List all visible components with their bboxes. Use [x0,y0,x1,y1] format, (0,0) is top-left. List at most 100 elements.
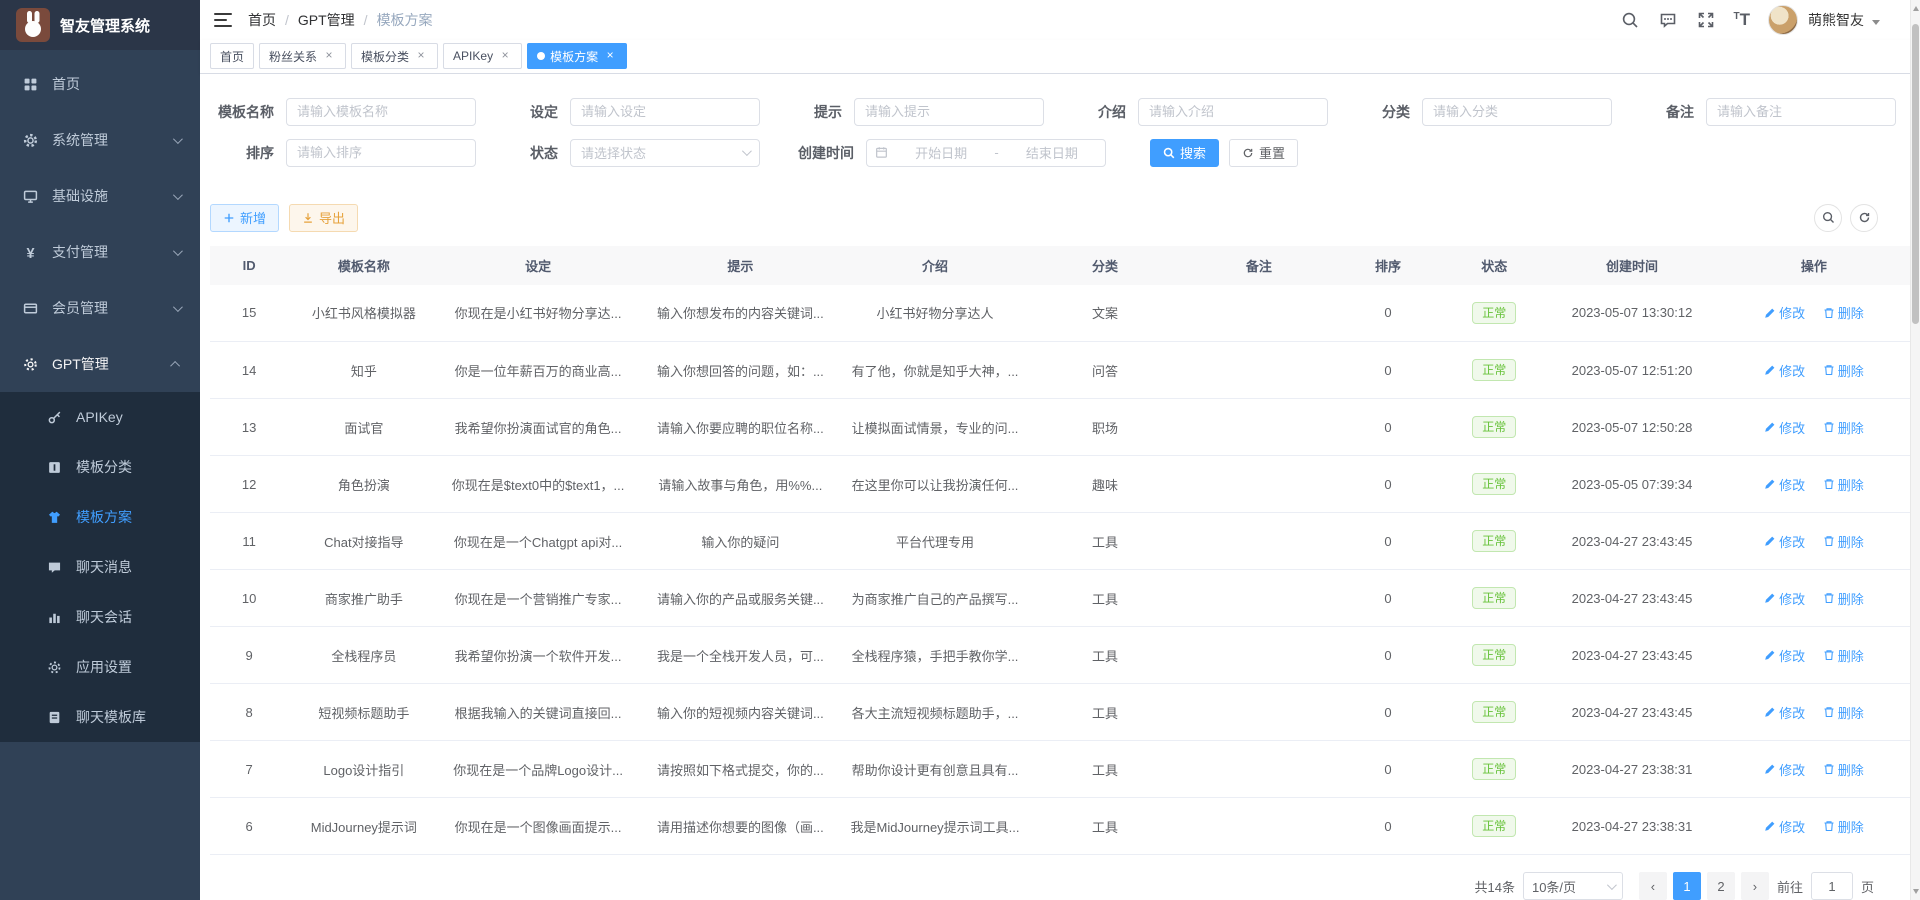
caret-down-icon[interactable] [1872,20,1880,25]
export-button[interactable]: 导出 [289,204,358,232]
delete-link[interactable]: 删除 [1823,646,1864,665]
prompt-input[interactable] [854,98,1044,126]
edit-link[interactable]: 修改 [1764,532,1805,551]
delete-link[interactable]: 删除 [1823,361,1864,380]
close-icon[interactable]: × [603,49,617,63]
close-icon[interactable]: × [414,49,428,63]
sidebar-item-payment[interactable]: ¥ 支付管理 [0,224,200,280]
edit-link[interactable]: 修改 [1764,303,1805,322]
sidebar-item-gpt[interactable]: GPT管理 [0,336,200,392]
reset-button[interactable]: 重置 [1229,139,1298,167]
close-icon[interactable]: × [322,49,336,63]
cell-setting: 你现在是一个图像画面提示... [439,798,636,855]
remark-input[interactable] [1706,98,1896,126]
message-icon[interactable] [1658,10,1678,30]
sidebar-item-label: 聊天消息 [76,557,184,577]
delete-link[interactable]: 删除 [1823,703,1864,722]
user-avatar[interactable] [1768,5,1798,35]
sidebar-item-member[interactable]: 会员管理 [0,280,200,336]
sidebar-item-app-settings[interactable]: 应用设置 [0,642,200,692]
toggle-search-button[interactable] [1814,204,1842,232]
close-icon[interactable]: × [498,49,512,63]
page-scrollbar[interactable] [1910,0,1920,900]
sidebar-item-label: GPT管理 [52,354,173,374]
template-name-input[interactable] [286,98,476,126]
cell-setting: 你现在是$text0中的$text1，... [439,456,636,513]
status-select[interactable]: 请选择状态 [570,139,760,167]
sort-input[interactable] [286,139,476,167]
delete-link[interactable]: 删除 [1823,418,1864,437]
setting-input[interactable] [570,98,760,126]
tab-template-plan[interactable]: 模板方案× [527,43,627,69]
cell-created: 2023-05-07 12:50:28 [1546,399,1718,456]
sidebar-item-template-plan[interactable]: 模板方案 [0,492,200,542]
delete-link[interactable]: 删除 [1823,475,1864,494]
cell-operations: 修改 删除 [1718,627,1910,684]
sidebar-item-chat-session[interactable]: 聊天会话 [0,592,200,642]
user-name[interactable]: 萌熊智友 [1808,10,1864,30]
fullscreen-icon[interactable] [1696,10,1716,30]
edit-link[interactable]: 修改 [1764,646,1805,665]
cell-sort: 0 [1334,342,1443,399]
edit-link[interactable]: 修改 [1764,760,1805,779]
delete-link[interactable]: 删除 [1823,817,1864,836]
edit-link[interactable]: 修改 [1764,418,1805,437]
edit-link[interactable]: 修改 [1764,475,1805,494]
tab-apikey[interactable]: APIKey× [443,43,522,69]
tab-home[interactable]: 首页× [210,43,254,69]
sidebar-item-chat-template-library[interactable]: 聊天模板库 [0,692,200,742]
pager: ‹ 1 2 › [1639,872,1769,900]
page-size-select[interactable]: 10条/页 [1523,872,1623,900]
cell-name: 面试官 [288,399,439,456]
breadcrumb-gpt[interactable]: GPT管理 [298,10,355,30]
edit-pencil-icon [1764,820,1776,832]
status-badge: 正常 [1472,473,1516,495]
edit-link[interactable]: 修改 [1764,817,1805,836]
status-badge: 正常 [1472,701,1516,723]
edit-pencil-icon [1764,763,1776,775]
delete-link[interactable]: 删除 [1823,760,1864,779]
search-button[interactable]: 搜索 [1150,139,1219,167]
hamburger-icon[interactable] [214,13,232,27]
sidebar-item-apikey[interactable]: APIKey [0,392,200,442]
next-page-button[interactable]: › [1741,872,1769,900]
add-button[interactable]: 新增 [210,204,279,232]
cell-intro: 平台代理专用 [844,513,1026,570]
search-icon[interactable] [1620,10,1640,30]
edit-link[interactable]: 修改 [1764,361,1805,380]
status-badge: 正常 [1472,359,1516,381]
cell-sort: 0 [1334,798,1443,855]
sidebar-item-template-category[interactable]: 模板分类 [0,442,200,492]
intro-input[interactable] [1138,98,1328,126]
goto-page-input[interactable] [1811,872,1853,900]
delete-link[interactable]: 删除 [1823,589,1864,608]
cell-created: 2023-04-27 23:43:45 [1546,684,1718,741]
prev-page-button[interactable]: ‹ [1639,872,1667,900]
scrollbar-thumb[interactable] [1912,24,1919,324]
sidebar-item-infrastructure[interactable]: 基础设施 [0,168,200,224]
delete-link[interactable]: 删除 [1823,303,1864,322]
tab-fans[interactable]: 粉丝关系× [259,43,346,69]
scroll-down-arrow[interactable] [1913,889,1919,894]
refresh-table-button[interactable] [1850,204,1878,232]
cell-intro: 帮助你设计更有创意且具有... [844,741,1026,798]
field-category: 分类 [1346,98,1612,126]
tab-template-category[interactable]: 模板分类× [351,43,438,69]
category-input[interactable] [1422,98,1612,126]
date-range-picker[interactable]: 开始日期 - 结束日期 [866,139,1106,167]
scroll-up-arrow[interactable] [1913,6,1919,11]
breadcrumb-home[interactable]: 首页 [248,10,276,30]
sidebar-item-chat-message[interactable]: 聊天消息 [0,542,200,592]
page-button-1[interactable]: 1 [1673,872,1701,900]
edit-link[interactable]: 修改 [1764,703,1805,722]
page-button-2[interactable]: 2 [1707,872,1735,900]
edit-link[interactable]: 修改 [1764,589,1805,608]
cell-category: 工具 [1026,741,1184,798]
cell-sort: 0 [1334,570,1443,627]
app-logo-icon [16,8,50,42]
font-size-icon[interactable]: TT [1734,11,1751,28]
cell-operations: 修改 删除 [1718,399,1910,456]
sidebar-item-home[interactable]: 首页 [0,56,200,112]
sidebar-item-system[interactable]: 系统管理 [0,112,200,168]
delete-link[interactable]: 删除 [1823,532,1864,551]
